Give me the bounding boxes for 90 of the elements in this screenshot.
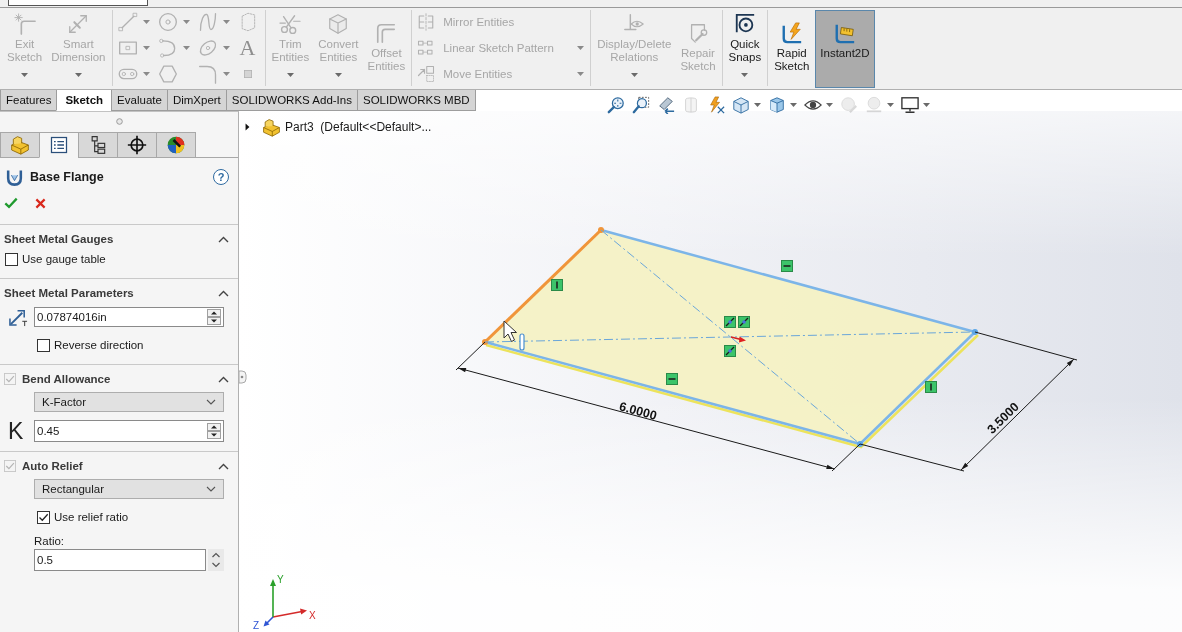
caret-icon[interactable] xyxy=(741,73,749,77)
ruler-sketch-icon xyxy=(833,22,856,44)
grip-dot-icon[interactable] xyxy=(115,118,123,125)
dimension-value[interactable]: 6.0000 xyxy=(617,399,659,423)
chevron-down-icon xyxy=(206,399,216,405)
caret-icon[interactable] xyxy=(790,103,797,107)
checkbox-label: Use relief ratio xyxy=(54,511,129,523)
horizontal-relation-icon xyxy=(781,260,793,272)
horizontal-relation-icon xyxy=(666,373,678,385)
dropdown[interactable]: Rectangular xyxy=(34,479,224,499)
sketch-exit-icon xyxy=(13,13,36,35)
checkbox[interactable] xyxy=(5,252,18,266)
zoom-area-icon[interactable] xyxy=(632,96,650,114)
splitter-handle-icon[interactable] xyxy=(239,370,247,384)
crosshair-icon xyxy=(127,135,147,155)
number-field[interactable]: 0.07874016in xyxy=(34,307,224,327)
panel-tab[interactable] xyxy=(117,132,157,158)
expand-caret-icon[interactable] xyxy=(244,123,251,131)
property-list-icon xyxy=(49,135,69,155)
checkbox-label: Use gauge table xyxy=(22,253,106,265)
checkbox-label: Reverse direction xyxy=(54,339,144,351)
chevron-up-icon[interactable] xyxy=(218,375,229,383)
lightning-sketch-icon xyxy=(780,22,803,44)
tab[interactable]: DimXpert xyxy=(166,90,227,111)
checkbox[interactable] xyxy=(37,510,50,524)
mirror-icon xyxy=(417,13,436,31)
checkbox[interactable] xyxy=(37,338,50,352)
tree-item-label[interactable]: Part3 (Default<<Default>... xyxy=(285,120,432,134)
move-icon xyxy=(417,65,436,83)
number-field[interactable]: 0.45 xyxy=(34,420,224,442)
thickness-arrow-icon xyxy=(8,307,29,327)
section-title: Auto Relief xyxy=(22,460,83,472)
caret-icon[interactable] xyxy=(923,103,930,107)
annotation-view-icon[interactable] xyxy=(707,96,725,114)
mouse-pointer-icon xyxy=(503,320,517,342)
coincident-relation-icon xyxy=(738,316,750,328)
section-title: Bend Allowance xyxy=(22,373,111,385)
coincident-relation-icon xyxy=(724,316,736,328)
number-field[interactable]: 0.5 xyxy=(34,549,206,571)
section-title: Sheet Metal Gauges xyxy=(4,233,114,245)
origin-arrow-icon xyxy=(730,336,746,343)
pattern-icon xyxy=(417,39,436,57)
tab[interactable]: SOLIDWORKS Add-Ins xyxy=(225,90,358,111)
close-icon[interactable] xyxy=(35,197,46,209)
panel-tab[interactable] xyxy=(78,132,118,158)
caret-icon[interactable] xyxy=(754,103,761,107)
field-label: Ratio: xyxy=(34,534,66,549)
cube-icon[interactable] xyxy=(732,96,750,114)
toolbar-button[interactable]: Quick Snaps xyxy=(725,10,765,88)
chevron-up-icon[interactable] xyxy=(218,235,229,243)
cube-icon xyxy=(327,13,350,35)
tick-icon[interactable] xyxy=(4,197,18,209)
dimension-icon xyxy=(67,13,90,35)
spin-buttons[interactable] xyxy=(207,309,221,325)
panel-tab[interactable] xyxy=(39,132,79,158)
tab[interactable]: Features xyxy=(0,90,58,111)
factor-symbol: K xyxy=(8,420,24,442)
toolbar-button[interactable]: Rapid Sketch xyxy=(771,10,813,88)
offset-lines-icon xyxy=(375,22,398,44)
snap-target-icon xyxy=(733,13,756,35)
scissors-icon xyxy=(279,13,302,35)
spin-buttons[interactable] xyxy=(207,423,221,439)
help-button[interactable]: ? xyxy=(213,169,229,185)
flange-icon xyxy=(5,167,24,187)
axis-label: Z xyxy=(253,620,260,631)
panel-tab[interactable] xyxy=(156,132,196,158)
vertical-relation-icon xyxy=(551,279,563,291)
chevron-down-icon xyxy=(206,486,216,492)
part-block-icon xyxy=(10,135,30,155)
tab[interactable]: Evaluate xyxy=(111,90,168,111)
caret-icon[interactable] xyxy=(826,103,833,107)
coincident-relation-icon xyxy=(724,345,736,357)
toolbar-button[interactable]: Instant2D xyxy=(815,10,875,88)
previous-view-icon[interactable] xyxy=(657,96,675,114)
monitor-icon[interactable] xyxy=(901,96,919,114)
vertical-relation-icon xyxy=(925,381,937,393)
dropdown[interactable]: K-Factor xyxy=(34,392,224,412)
tab[interactable]: SOLIDWORKS MBD xyxy=(356,90,476,111)
panel-title: Base Flange xyxy=(30,170,104,184)
zoom-fit-icon[interactable] xyxy=(607,96,625,114)
part-block-icon xyxy=(262,117,281,137)
color-wheel-icon xyxy=(166,135,186,155)
handle-icon[interactable] xyxy=(519,333,525,351)
axis-label: Y xyxy=(277,574,284,585)
chevron-up-icon[interactable] xyxy=(218,289,229,297)
spin-buttons[interactable] xyxy=(208,549,224,571)
section-title: Sheet Metal Parameters xyxy=(4,287,134,299)
axis-label: X xyxy=(309,610,316,621)
chevron-up-icon[interactable] xyxy=(218,462,229,470)
shaded-cube-icon[interactable] xyxy=(768,96,786,114)
